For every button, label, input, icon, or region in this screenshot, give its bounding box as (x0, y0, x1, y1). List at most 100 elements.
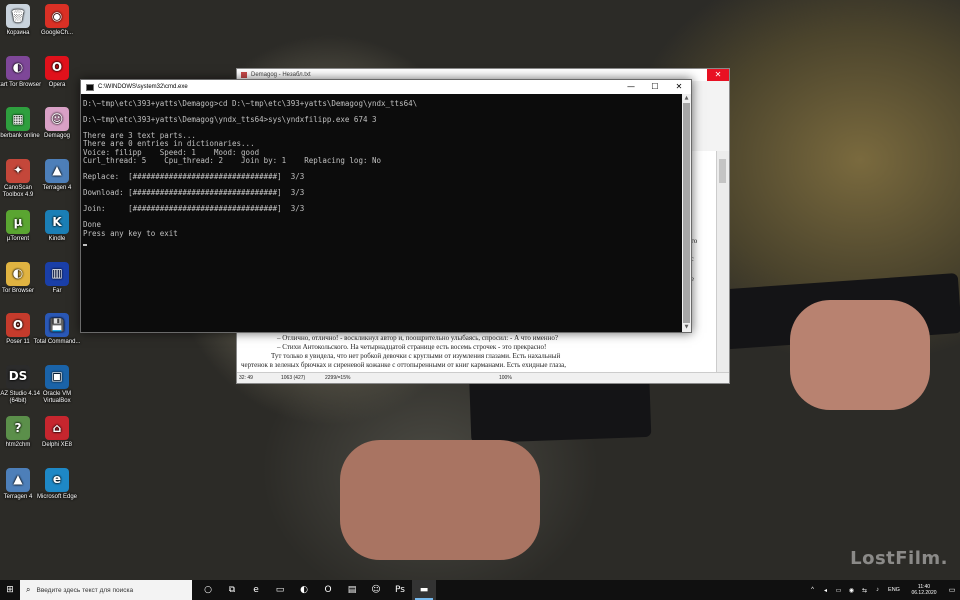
console-line: D:\~tmp\etc\393+yatts\Demagog\yndx_tts64… (83, 115, 377, 125)
volume-icon[interactable]: ♪ (871, 587, 884, 593)
editor-line: чертенок в зеленых брючках и сиреневой к… (241, 361, 566, 369)
opera-icon: O (45, 55, 69, 80)
canoscan-icon: ✦ (6, 158, 30, 183)
windows-logo-icon: ⊞ (6, 585, 14, 595)
htm2chm-icon: ? (6, 416, 30, 440)
status-zoom: 100% (499, 375, 512, 381)
tray-icon[interactable]: ◉ (845, 587, 858, 594)
clock[interactable]: 11:40 06.12.2020 (904, 584, 944, 596)
search-icon: ⌕ (26, 585, 31, 594)
status-position: 32: 49 (239, 375, 253, 381)
text-cursor (83, 243, 87, 246)
cmd-console-output[interactable]: D:\~tmp\etc\393+yatts\Demagog>cd D:\~tmp… (83, 100, 681, 330)
editor-line: – Стихи Антокольского. На четырнадцатой … (277, 343, 547, 351)
chrome-icon: ◉ (45, 4, 69, 28)
desktop-icon[interactable]: e Microsoft Edge (33, 467, 81, 501)
daz-studio-icon: DS (6, 364, 30, 389)
system-tray: ^ ◂ ▭ ◉ ⇆ ♪ ENG 11:40 06.12.2020 ▭ (806, 580, 960, 600)
desktop-icon-label: Kindle (48, 236, 66, 242)
console-line: Curl_thread: 5 Cpu_thread: 2 Join by: 1 … (83, 155, 382, 165)
clock-date: 06.12.2020 (911, 590, 937, 596)
console-line: Press any key to exit (83, 228, 178, 238)
notifications-icon[interactable]: ▭ (944, 586, 960, 594)
taskbar-cmd[interactable]: ▬ (412, 580, 436, 600)
demagog-icon: ☺ (45, 107, 69, 131)
utorrent-icon: µ (6, 210, 30, 234)
taskbar-search-box[interactable]: ⌕ Введите здесь текст для поиска (20, 580, 192, 600)
desktop-icon-label: GoogleCh... (40, 30, 74, 36)
cmd-titlebar[interactable]: C:\WINDOWS\system32\cmd.exe — ☐ ✕ (81, 80, 691, 94)
wallpaper-hand-left (340, 440, 540, 560)
close-button[interactable]: ✕ (667, 80, 691, 94)
cmd-scroll-thumb[interactable] (683, 103, 690, 323)
desktop-icon[interactable]: O Opera (33, 55, 81, 89)
desktop-icon[interactable]: 💾 Total Command... (33, 313, 81, 346)
taskbar-edge[interactable]: e (244, 580, 268, 600)
desktop-icon-label: Demagog (43, 133, 70, 139)
network-icon[interactable]: ⇆ (858, 587, 871, 594)
desktop-icon[interactable]: K Kindle (33, 210, 81, 243)
scroll-down-icon[interactable]: ▼ (682, 323, 691, 332)
desktop-icon[interactable]: ▥ Far (33, 261, 81, 295)
start-button[interactable]: ⊞ (0, 580, 20, 600)
desktop-icon[interactable]: ◉ GoogleCh... (33, 4, 81, 37)
desktop-icon[interactable]: ▲ Terragen 4 (33, 158, 81, 192)
taskbar-photoshop[interactable]: Ps (388, 580, 412, 600)
task-view-button[interactable]: ⧉ (220, 580, 244, 600)
wallpaper-watermark: LostFilm. (850, 548, 948, 569)
scroll-up-icon[interactable]: ▲ (682, 94, 691, 103)
console-line: Join: [################################]… (83, 204, 305, 214)
desktop-icon[interactable]: ▣ Oracle VM VirtualBox (33, 364, 81, 405)
console-line: D:\~tmp\etc\393+yatts\Demagog>cd D:\~tmp… (83, 100, 418, 108)
desktop-icon-label: Oracle VM VirtualBox (42, 390, 72, 404)
desktop-icon-label: Far (52, 287, 62, 294)
taskbar-explorer[interactable]: ▭ (268, 580, 292, 600)
editor-title: Demagog - Незабл.txt (251, 72, 311, 78)
tray-icon[interactable]: ▭ (832, 587, 845, 594)
taskbar-apps: ○ ⧉ e ▭ ◐ O ▤ ☺ Ps ▬ (196, 580, 436, 600)
console-line: Replace: [##############################… (83, 171, 305, 181)
cmd-app-icon (86, 83, 94, 91)
editor-line: – Отлично, отлично! - воскликнул автор и… (277, 334, 558, 342)
editor-app-icon (241, 72, 247, 78)
wallpaper-hand-right (790, 300, 930, 410)
taskbar-demagog[interactable]: ☺ (364, 580, 388, 600)
sberbank-icon: ▦ (6, 107, 30, 131)
taskbar-opera[interactable]: O (316, 580, 340, 600)
poser-icon: ʘ (6, 313, 30, 337)
terragen-icon: ▲ (45, 158, 69, 183)
total-commander-icon: 💾 (45, 313, 69, 337)
far-manager-icon: ▥ (45, 261, 69, 286)
edge-icon: e (45, 467, 69, 492)
language-indicator[interactable]: ENG (884, 587, 904, 593)
desktop-icon-label: Total Command... (33, 339, 81, 345)
editor-scrollbar[interactable] (716, 151, 729, 373)
tray-chevron-icon[interactable]: ^ (806, 587, 819, 593)
tray-icon[interactable]: ◂ (819, 587, 832, 594)
desktop-icon-label: Terragen 4 (42, 184, 72, 191)
taskbar: ⊞ ⌕ Введите здесь текст для поиска ○ ⧉ e ▭ ◐… (0, 580, 960, 600)
kindle-icon: K (45, 210, 69, 234)
taskbar-tor[interactable]: ◐ (292, 580, 316, 600)
editor-text-lines: – Отлично, отлично! - воскликнул автор и… (241, 334, 703, 370)
editor-close-button[interactable]: ✕ (707, 69, 729, 81)
editor-statusbar: 32: 49 1063 (427) 2299/=15% 100% (237, 372, 729, 383)
console-line: Download: [#############################… (83, 188, 305, 198)
editor-scroll-thumb[interactable] (719, 159, 726, 183)
desktop-icon-label: Delphi XE8 (41, 442, 73, 448)
recycle-bin-icon: 🗑 (6, 4, 30, 28)
desktop-icon[interactable]: ⌂ Delphi XE8 (33, 416, 81, 449)
cmd-window[interactable]: C:\WINDOWS\system32\cmd.exe — ☐ ✕ D:\~tm… (80, 79, 692, 333)
desktop-icon[interactable]: ☺ Demagog (33, 107, 81, 140)
status-chars: 1063 (427) (281, 375, 306, 381)
desktop-icon-label: Opera (48, 81, 66, 88)
maximize-button[interactable]: ☐ (643, 80, 667, 94)
taskbar-total-commander[interactable]: ▤ (340, 580, 364, 600)
status-progress: 2299/=15% (325, 375, 351, 381)
minimize-button[interactable]: — (619, 80, 643, 94)
cortana-button[interactable]: ○ (196, 580, 220, 600)
tor-browser-icon: ◐ (6, 55, 30, 80)
terragen-icon-2: ▲ (6, 467, 30, 492)
cmd-scrollbar[interactable]: ▲ ▼ (682, 94, 691, 332)
